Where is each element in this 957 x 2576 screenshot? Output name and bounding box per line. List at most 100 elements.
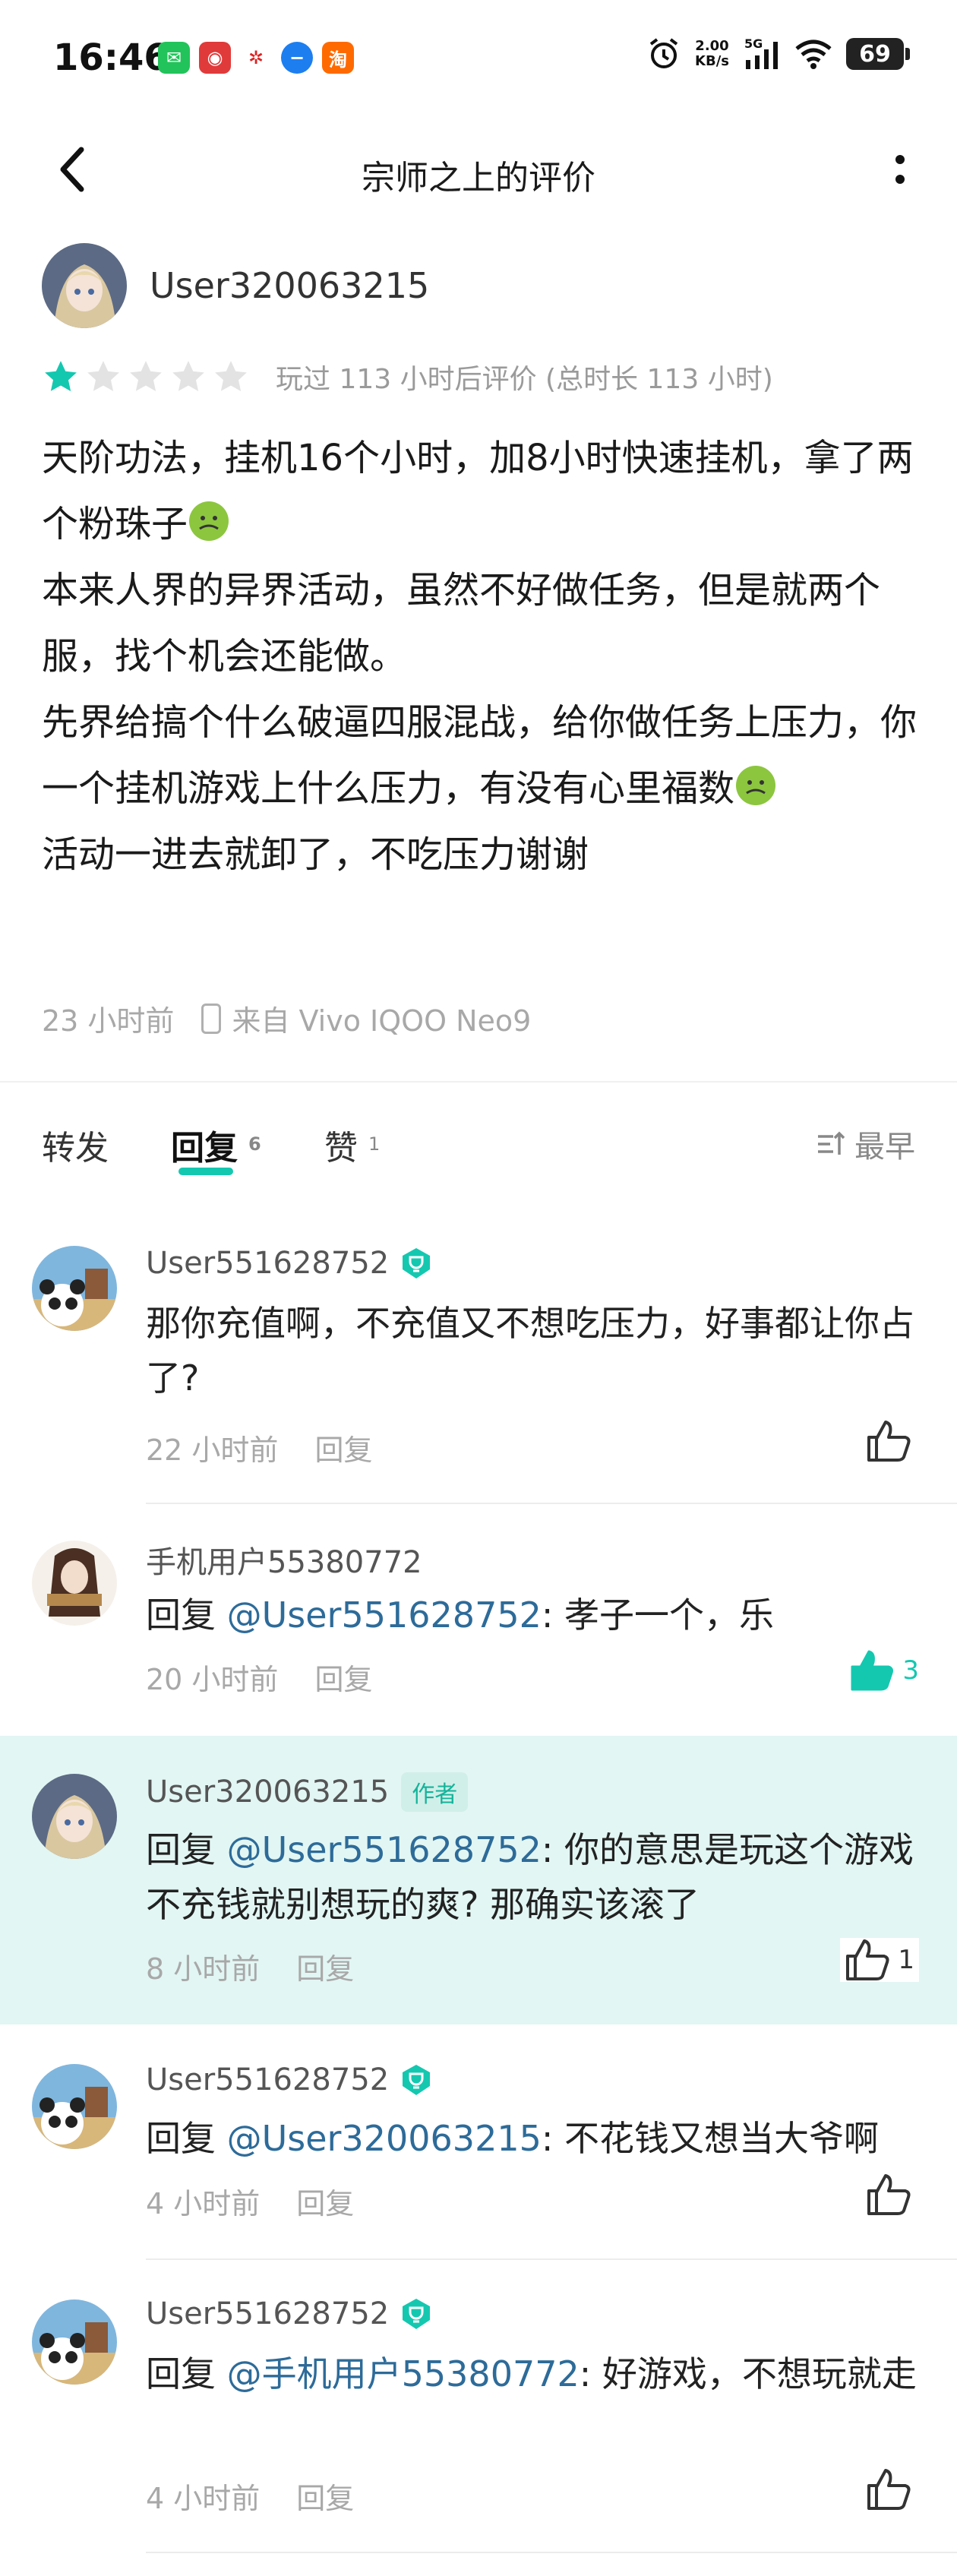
network-label: 5G — [744, 37, 763, 51]
clock: 16:46 — [53, 36, 169, 79]
top-bar: 宗师之上的评价 — [0, 129, 957, 213]
commenter-name[interactable]: User551628752 — [146, 2296, 389, 2331]
panda-avatar-icon — [32, 1246, 117, 1331]
comment-time: 4 小时前 — [146, 2482, 261, 2515]
section-divider — [0, 1081, 957, 1083]
review-line: 先界给搞个什么破逼四服混战，给你做任务上压力，你一个挂机游戏上什么压力，有没有心… — [42, 701, 918, 810]
author-tag: 作者 — [401, 1772, 469, 1812]
mention-link[interactable]: @User320063215 — [227, 2118, 542, 2159]
reply-count: 6 — [248, 1133, 261, 1155]
like-button[interactable] — [866, 2173, 919, 2217]
panda-avatar-icon — [32, 2299, 117, 2385]
comment-time: 20 小时前 — [146, 1663, 279, 1696]
review-author[interactable]: User320063215 — [42, 243, 429, 328]
sort-button[interactable]: 最早 — [815, 1122, 915, 1166]
nauseated-face-icon — [736, 766, 776, 805]
comment-text: 回复 @User551628752: 孝子一个，乐 — [146, 1595, 774, 1636]
notification-icons: ✉ ◉ ✲ − 淘 — [158, 42, 354, 74]
commenter-name[interactable]: 手机用户55380772 — [146, 1538, 422, 1582]
avatar[interactable] — [42, 243, 127, 328]
comment-time: 8 小时前 — [146, 1952, 261, 1986]
like-button[interactable]: 1 — [840, 1938, 919, 1982]
comment-item[interactable]: User320063215 作者 回复 @User551628752: 你的意思… — [0, 1736, 957, 2024]
comment-time: 4 小时前 — [146, 2187, 261, 2220]
tab-forward[interactable]: 转发 — [42, 1120, 109, 1169]
status-icons: 2.00 KB/s 5G 69 — [646, 36, 910, 71]
reply-button[interactable]: 回复 — [296, 2475, 354, 2517]
battery-indicator: 69 — [846, 38, 910, 70]
thumbs-up-icon — [867, 1421, 911, 1462]
avatar[interactable] — [32, 2299, 117, 2385]
status-bar: 16:46 ✉ ◉ ✲ − 淘 2.00 KB/s 5G 69 — [0, 0, 957, 114]
review-device: 来自 Vivo IQOO Neo9 — [232, 1004, 532, 1038]
sort-icon — [818, 1131, 845, 1155]
review-body: 天阶功法，挂机16个小时，加8小时快速挂机，拿了两个粉珠子 本来人界的异界活动，… — [42, 425, 923, 888]
tab-like[interactable]: 赞1 — [324, 1120, 380, 1169]
commenter-name[interactable]: User320063215 — [146, 1775, 389, 1810]
mention-link[interactable]: @User551628752 — [227, 1829, 542, 1870]
wifi-icon — [795, 40, 832, 69]
comment-item[interactable]: User551628752 那你充值啊，不充值又不想吃压力，好事都让你占了? 2… — [0, 1223, 957, 1504]
thumbs-up-icon — [846, 1939, 889, 1980]
comment-header: User551628752 — [146, 1246, 433, 1281]
commenter-name[interactable]: User551628752 — [146, 1246, 389, 1281]
review-meta: 23 小时前 来自 Vivo IQOO Neo9 — [42, 997, 531, 1039]
review-line: 活动一进去就卸了，不吃压力谢谢 — [42, 833, 589, 876]
like-count: 1 — [368, 1133, 381, 1155]
more-vertical-icon — [895, 155, 905, 184]
thumbs-up-icon — [867, 2469, 911, 2510]
anime-girl-avatar-icon — [42, 243, 127, 328]
review-time: 23 小时前 — [42, 1004, 175, 1038]
comment-header: 手机用户55380772 — [146, 1538, 422, 1582]
nauseated-face-icon — [189, 501, 229, 541]
reply-button[interactable]: 回复 — [314, 1427, 372, 1468]
reply-button[interactable]: 回复 — [314, 1656, 372, 1698]
reply-button[interactable]: 回复 — [296, 1945, 354, 1987]
rating-row: 玩过 113 小时后评价 (总时长 113 小时) — [42, 357, 773, 397]
divider — [146, 2552, 957, 2553]
like-button[interactable] — [866, 1419, 919, 1463]
comment-meta: 4 小时前 回复 — [146, 2475, 354, 2517]
comment-time: 22 小时前 — [146, 1433, 279, 1467]
mention-link[interactable]: @手机用户55380772 — [227, 2353, 580, 2394]
comment-meta: 22 小时前 回复 — [146, 1427, 372, 1468]
avatar[interactable] — [32, 1774, 117, 1859]
like-count: 3 — [902, 1655, 919, 1686]
comment-item[interactable]: User551628752 回复 @User320063215: 不花钱又想当大… — [0, 2024, 957, 2260]
tab-reply[interactable]: 回复 6 — [171, 1120, 261, 1169]
comment-item[interactable]: 手机用户55380772 回复 @User551628752: 孝子一个，乐 2… — [0, 1504, 957, 1736]
comment-header: User320063215 作者 — [146, 1772, 469, 1812]
page-title: 宗师之上的评价 — [362, 159, 595, 198]
like-count: 1 — [898, 1945, 914, 1975]
comment-item[interactable]: User551628752 回复 @手机用户55380772: 好游戏，不想玩就… — [0, 2260, 957, 2576]
avatar[interactable] — [32, 2064, 117, 2149]
net-speed: 2.00 KB/s — [695, 38, 729, 69]
taobao-icon: 淘 — [322, 42, 354, 74]
comment-header: User551628752 — [146, 2296, 433, 2331]
active-tab-indicator — [178, 1168, 233, 1175]
star-filled-icon — [45, 361, 77, 391]
character-avatar-icon — [32, 1541, 117, 1626]
review-author-name[interactable]: User320063215 — [150, 265, 429, 306]
verified-badge-icon — [403, 2299, 431, 2329]
wechat-icon: ✉ — [158, 42, 190, 74]
avatar[interactable] — [32, 1246, 117, 1331]
playtime-note: 玩过 113 小时后评价 (总时长 113 小时) — [276, 364, 773, 395]
comment-header: User551628752 — [146, 2062, 433, 2097]
like-button[interactable]: 3 — [849, 1648, 919, 1693]
reply-button[interactable]: 回复 — [296, 2180, 354, 2222]
more-button[interactable] — [873, 143, 927, 196]
unicom-icon: ✲ — [240, 42, 272, 74]
star-empty-icon — [87, 361, 119, 391]
comment-meta: 20 小时前 回复 — [146, 1656, 372, 1698]
panda-avatar-icon — [32, 2064, 117, 2149]
alarm-icon — [649, 38, 678, 68]
weibo-icon: ◉ — [199, 42, 231, 74]
cellular-signal-icon: 5G — [744, 37, 778, 69]
avatar[interactable] — [32, 1541, 117, 1626]
review-line: 本来人界的异界活动，虽然不好做任务，但是就两个服，找个机会还能做。 — [42, 569, 881, 678]
mention-link[interactable]: @User551628752 — [227, 1595, 542, 1636]
commenter-name[interactable]: User551628752 — [146, 2062, 389, 2097]
like-button[interactable] — [866, 2467, 919, 2511]
review-line: 天阶功法，挂机16个小时，加8小时快速挂机，拿了两个粉珠子 — [42, 437, 914, 545]
